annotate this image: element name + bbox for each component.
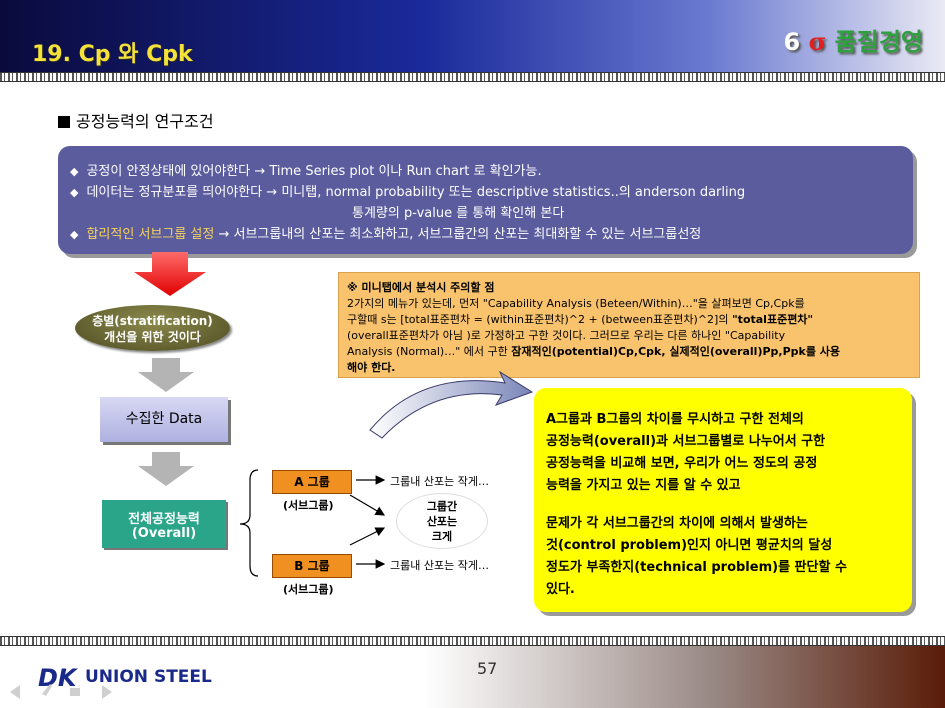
group-a-box: A 그룹: [272, 470, 352, 494]
overall-capability-box: 전체공정능력 (Overall): [102, 500, 226, 548]
arrow-b-between: [349, 527, 386, 546]
brand-six-sigma: 6 σ 품질경영: [784, 22, 923, 57]
explanation-p1-line-4: 능력을 가지고 있는 지를 알 수 있고: [546, 478, 741, 493]
collected-data-box: 수집한 Data: [100, 397, 228, 442]
next-slide-icon[interactable]: [102, 685, 112, 699]
brand-sigma: σ: [808, 27, 827, 56]
explanation-p2-line-1: 문제가 각 서브그룹간의 차이에 의해서 발생하는: [546, 516, 808, 531]
red-down-arrow-icon: [134, 252, 206, 296]
diamond-bullet-icon: ◆: [70, 165, 79, 178]
section-heading: 공정능력의 연구조건: [58, 108, 214, 132]
minitab-note-line-5: 해야 한다.: [347, 361, 396, 374]
top-border-strip: [0, 72, 945, 82]
slide-title: 19. Cp 와 Cpk: [32, 42, 193, 67]
minitab-note-line-3: (overall표준편차가 아님 )로 가정하고 구한 것이다. 그러므로 우리…: [347, 329, 786, 342]
diamond-bullet-icon: ◆: [70, 186, 79, 199]
minitab-note-line-1: 2가지의 메뉴가 있는데, 먼저 "Capability Analysis (B…: [347, 297, 805, 310]
slide-nav-controls[interactable]: [8, 680, 128, 704]
group-b-box: B 그룹: [272, 554, 352, 578]
group-b-subgroup-label: (서브그룹): [283, 583, 334, 596]
explanation-p1-line-2: 공정능력(overall)과 서브그룹별로 나누어서 구한: [546, 434, 826, 449]
gray-down-arrow-icon: [138, 358, 194, 392]
bottom-border-strip: [0, 636, 945, 646]
minitab-note-line-4: Analysis (Normal)…" 에서 구한 잠재적인(potential…: [347, 345, 841, 358]
overall-line-2: (Overall): [131, 526, 197, 541]
conditions-box: ◆ 공정이 안정상태에 있어야한다 → Time Series plot 이나 R…: [58, 146, 913, 254]
group-a-subgroup-label: (서브그룹): [283, 499, 334, 512]
stratification-oval: 층별(stratification) 개선을 위한 것이다: [75, 305, 230, 351]
explanation-p2-line-2: 것(control problem)인지 아니면 평균치의 달성: [546, 538, 833, 553]
header-bar: 19. Cp 와 Cpk 6 σ 품질경영: [0, 0, 945, 72]
explanation-box: A그룹과 B그룹의 차이를 무시하고 구한 전체의 공정능력(overall)과…: [534, 388, 912, 612]
condition-2: ◆ 데이터는 정규분포를 띄어야한다 → 미니탭, normal probabil…: [70, 185, 746, 200]
diamond-bullet-icon: ◆: [70, 228, 79, 241]
explanation-p1-line-3: 공정능력을 비교해 보면, 우리가 어느 정도의 공정: [546, 456, 818, 471]
pen-icon[interactable]: [42, 684, 52, 696]
explanation-p1-line-1: A그룹과 B그룹의 차이를 무시하고 구한 전체의: [546, 412, 804, 427]
stratification-line-1: 층별(stratification): [92, 314, 213, 328]
condition-2-continued: 통계량의 p-value 를 통해 확인해 본다: [352, 206, 565, 221]
condition-1: ◆ 공정이 안정상태에 있어야한다 → Time Series plot 이나 R…: [70, 164, 542, 179]
between-line-1: 그룹간: [426, 500, 458, 513]
gray-down-arrow-icon: [138, 452, 194, 486]
group-a-within-note: 그룹내 산포는 작게…: [390, 475, 489, 488]
overall-line-1: 전체공정능력: [128, 512, 200, 527]
between-line-3: 크게: [431, 530, 453, 543]
minitab-note-box: ※ 미니탭에서 분석시 주의할 점 2가지의 메뉴가 있는데, 먼저 "Capa…: [338, 272, 920, 378]
explanation-p2-line-4: 있다.: [546, 582, 575, 597]
minitab-note-line-2: 구할때 s는 [total표준편차 = (within표준편차)^2 + (be…: [347, 313, 814, 326]
minitab-note-title: ※ 미니탭에서 분석시 주의할 점: [347, 281, 495, 294]
between-line-2: 산포는: [426, 515, 458, 528]
menu-icon[interactable]: [70, 688, 80, 696]
brand-six: 6: [783, 28, 801, 56]
arrow-a-between: [349, 494, 386, 516]
bracket-line: [239, 469, 259, 577]
brand-text: 품질경영: [834, 28, 923, 56]
condition-3: ◆ 합리적인 서브그룹 설정 → 서브그룹내의 산포는 최소화하고, 서브그룹간의…: [70, 227, 702, 242]
square-bullet-icon: [58, 116, 70, 128]
explanation-p2-line-3: 정도가 부족한지(technical problem)를 판단할 수: [546, 560, 847, 575]
page-number: 57: [477, 659, 498, 678]
stratification-line-2: 개선을 위한 것이다: [104, 330, 201, 344]
curved-arrow-icon: [369, 370, 534, 439]
group-b-within-note: 그룹내 산포는 작게…: [390, 559, 489, 572]
previous-slide-icon[interactable]: [10, 685, 20, 699]
between-groups-oval: 그룹간 산포는 크게: [396, 493, 488, 549]
section-heading-text: 공정능력의 연구조건: [76, 112, 214, 131]
